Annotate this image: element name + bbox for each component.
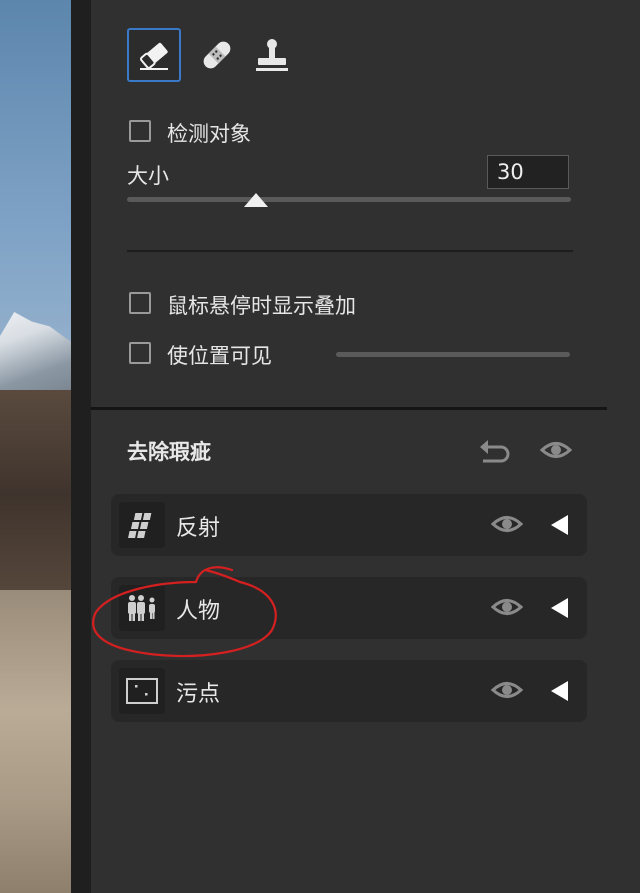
reflection-icon <box>119 502 165 548</box>
hover-overlay-checkbox[interactable] <box>129 292 151 314</box>
remove-panel: 检测对象 大小 30 鼠标悬停时显示叠加 使位置可见 去除瑕疵 反射 人物 污点 <box>91 0 607 893</box>
show-location-label: 使位置可见 <box>167 344 272 368</box>
bandage-icon <box>203 41 231 69</box>
eraser-icon <box>140 42 168 70</box>
list-item-people[interactable]: 人物 <box>111 577 587 639</box>
list-item-reflection[interactable]: 反射 <box>111 494 587 556</box>
expand-arrow-icon[interactable] <box>551 515 568 535</box>
right-margin <box>607 0 640 893</box>
photo-hill <box>0 390 71 600</box>
list-item-label: 人物 <box>176 599 221 624</box>
section-title: 去除瑕疵 <box>127 440 211 464</box>
size-input[interactable]: 30 <box>487 155 569 189</box>
expand-arrow-icon[interactable] <box>551 598 568 618</box>
list-item-spots[interactable]: 污点 <box>111 660 587 722</box>
people-icon <box>119 585 165 631</box>
eraser-tool-button[interactable] <box>127 28 181 82</box>
eye-icon <box>539 442 573 458</box>
list-item-label: 反射 <box>176 516 221 541</box>
visibility-toggle[interactable] <box>490 512 524 540</box>
expand-arrow-icon[interactable] <box>551 681 568 701</box>
photo-preview <box>0 0 71 893</box>
separator <box>127 250 573 252</box>
reset-button[interactable] <box>477 436 511 468</box>
clone-tool-button[interactable] <box>245 28 299 82</box>
size-slider-thumb[interactable] <box>243 193 268 207</box>
size-slider-track[interactable] <box>127 197 571 202</box>
visibility-toggle[interactable] <box>490 678 524 706</box>
section-separator <box>91 407 607 410</box>
show-location-checkbox[interactable] <box>129 342 151 364</box>
spot-icon <box>119 668 165 714</box>
list-item-label: 污点 <box>176 682 221 707</box>
panel-divider[interactable] <box>71 0 91 893</box>
size-label: 大小 <box>127 164 169 188</box>
heal-tool-button[interactable] <box>190 28 244 82</box>
hover-overlay-label: 鼠标悬停时显示叠加 <box>167 294 356 318</box>
detect-objects-checkbox[interactable] <box>129 120 151 142</box>
visibility-toggle[interactable] <box>490 595 524 623</box>
undo-icon <box>480 440 510 463</box>
stamp-icon <box>256 39 288 71</box>
eye-icon <box>490 599 524 615</box>
opacity-slider-track[interactable] <box>336 352 570 357</box>
section-visibility-button[interactable] <box>539 438 573 466</box>
eye-icon <box>490 516 524 532</box>
photo-ground <box>0 590 71 893</box>
detect-objects-label: 检测对象 <box>167 122 251 146</box>
eye-icon <box>490 682 524 698</box>
